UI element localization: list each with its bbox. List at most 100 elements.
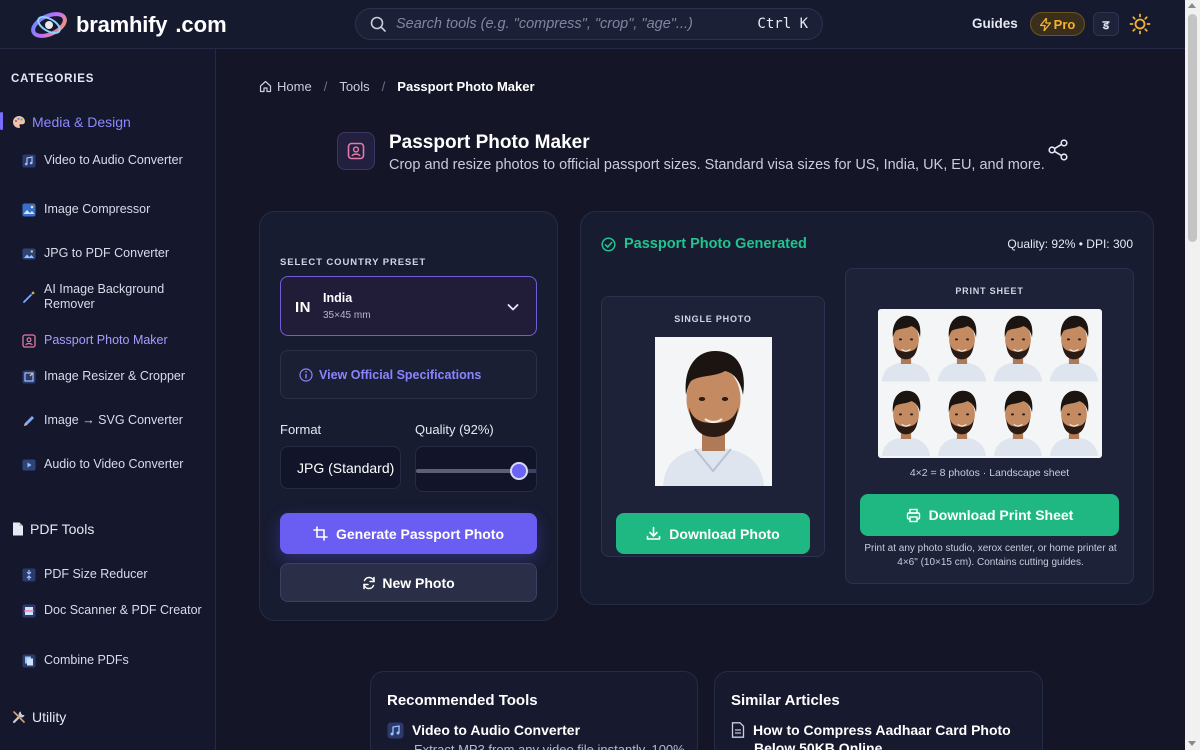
sidebar-group-media[interactable]: Media & Design [12, 114, 131, 130]
sidebar-item-pdf-reducer[interactable]: PDF Size Reducer [22, 567, 202, 582]
search-icon [370, 16, 386, 32]
generate-label: Generate Passport Photo [335, 525, 505, 542]
recommended-tools-card: Recommended Tools Video to Audio Convert… [370, 671, 698, 750]
page-scrollbar[interactable] [1185, 0, 1200, 750]
quality-slider[interactable] [415, 446, 537, 492]
breadcrumb-separator: / [381, 79, 386, 94]
sidebar-item-passport-photo[interactable]: Passport Photo Maker [22, 333, 202, 348]
new-photo-button[interactable]: New Photo [280, 563, 537, 602]
slider-thumb[interactable] [510, 462, 529, 480]
sidebar-item-label: Video to Audio Converter [44, 153, 183, 167]
sheet-caption: 4×2 = 8 photos · Landscape sheet [909, 467, 1070, 479]
passport-photo [655, 337, 772, 486]
sheet-photo [880, 311, 932, 382]
portrait-icon [22, 333, 36, 348]
search-placeholder: Search tools (e.g. "compress", "crop", "… [396, 16, 693, 32]
home-icon[interactable] [259, 80, 272, 93]
quality-dpi-info: Quality: 92% • DPI: 300 [1007, 237, 1133, 251]
sidebar-item-label: Doc Scanner & PDF Creator [44, 603, 202, 617]
portrait-icon [347, 142, 365, 160]
pro-label: Pro [1053, 16, 1076, 32]
sidebar-item-image-to-svg[interactable]: Image → SVG Converter [22, 413, 202, 428]
sidebar-item-doc-scanner[interactable]: Doc Scanner & PDF Creator [22, 603, 202, 618]
single-photo-label: SINGLE PHOTO [674, 314, 752, 324]
new-photo-label: New Photo [382, 574, 455, 591]
recommended-item[interactable]: Video to Audio Converter [387, 722, 580, 739]
sidebar-group-utility[interactable]: Utility [12, 709, 66, 725]
print-sheet-note: Print at any photo studio, xerox center,… [864, 543, 1117, 568]
sidebar-item-bg-remover[interactable]: AI Image Background Remover [22, 282, 202, 312]
view-specifications-button[interactable]: View Official Specifications [280, 350, 537, 399]
result-title-label: Passport Photo Generated [624, 236, 807, 252]
recommended-item-label: Video to Audio Converter [412, 722, 581, 738]
sheet-photo [1048, 311, 1100, 382]
settings-card: SELECT COUNTRY PRESET IN India 35×45 mm … [259, 211, 558, 621]
generate-passport-photo-button[interactable]: Generate Passport Photo [280, 513, 537, 554]
page-title: Passport Photo Maker [389, 132, 590, 153]
search-shortcut: Ctrl K [757, 16, 808, 32]
sheet-photo [880, 385, 932, 456]
music-icon [387, 722, 404, 739]
sidebar-item-label: Image Compressor [44, 202, 151, 216]
download-print-sheet-label: Download Print Sheet [928, 507, 1074, 523]
download-print-sheet-button[interactable]: Download Print Sheet [860, 494, 1119, 536]
guides-link[interactable]: Guides [972, 16, 1018, 31]
language-button[interactable]: ड [1093, 12, 1119, 36]
compress-icon [22, 568, 36, 581]
breadcrumb-current: Passport Photo Maker [397, 79, 535, 94]
scrollbar-thumb[interactable] [1188, 14, 1197, 242]
sidebar-item-label: AI Image Background Remover [44, 282, 165, 311]
result-card: Passport Photo Generated Quality: 92% • … [580, 211, 1154, 605]
download-photo-button[interactable]: Download Photo [616, 513, 810, 554]
check-circle-icon [601, 236, 616, 252]
film-icon [22, 459, 36, 470]
sidebar-item-label: JPG to PDF Converter [44, 246, 170, 260]
breadcrumb-tools[interactable]: Tools [339, 79, 369, 94]
sidebar-group-pdf[interactable]: PDF Tools [12, 521, 94, 537]
refresh-icon [363, 576, 376, 589]
image-file-icon [22, 248, 36, 259]
format-label: Format [280, 422, 322, 437]
top-bar: bramhify .com Search tools (e.g. "compre… [0, 0, 1185, 49]
recommended-title: Recommended Tools [387, 692, 538, 709]
scroll-up-arrow-icon[interactable] [1188, 3, 1196, 8]
sidebar-item-video-to-audio[interactable]: Video to Audio Converter [22, 153, 202, 168]
sidebar-item-image-resizer[interactable]: Image Resizer & Cropper [22, 369, 202, 384]
sheet-photo [936, 385, 988, 456]
printer-icon [906, 508, 920, 522]
search-input[interactable]: Search tools (e.g. "compress", "crop", "… [355, 8, 823, 40]
share-icon[interactable] [1047, 139, 1069, 161]
sidebar-item-image-compressor[interactable]: Image Compressor [22, 202, 202, 217]
sheet-photo [992, 385, 1044, 456]
country-preset-select[interactable]: IN India 35×45 mm [280, 276, 537, 336]
merge-icon [22, 654, 36, 667]
portrait-photo [655, 337, 772, 486]
sheet-photo [936, 311, 988, 382]
sidebar-item-audio-to-video[interactable]: Audio to Video Converter [22, 457, 202, 472]
recommended-item-description: Extract MP3 from any video file instantl… [414, 742, 685, 750]
sheet-photo [1048, 385, 1100, 456]
download-icon [646, 526, 661, 540]
format-select[interactable]: JPG (Standard) [280, 446, 401, 489]
article-item[interactable]: How to Compress Aadhaar Card Photo [731, 722, 1011, 738]
page-description: Crop and resize photos to official passp… [389, 157, 1045, 173]
sidebar-item-combine-pdfs[interactable]: Combine PDFs [22, 653, 202, 668]
preset-size: 35×45 mm [323, 310, 371, 321]
breadcrumb-home[interactable]: Home [277, 79, 312, 94]
article-item-label: How to Compress Aadhaar Card Photo [753, 722, 1011, 738]
scanner-icon [22, 604, 36, 617]
preset-label: SELECT COUNTRY PRESET [280, 257, 427, 268]
sun-icon[interactable] [1129, 13, 1151, 35]
sidebar-item-label: Image → SVG Converter [44, 413, 183, 427]
print-sheet-panel: PRINT SHEET 4×2 = 8 photos · Landscape s… [845, 268, 1134, 584]
sidebar-group-media-label: Media & Design [32, 114, 131, 130]
sidebar-item-label: Image Resizer & Cropper [44, 369, 186, 383]
specifications-label: View Official Specifications [319, 367, 482, 382]
logo[interactable]: bramhify .com [28, 8, 227, 42]
pro-button[interactable]: Pro [1030, 12, 1085, 36]
quality-label: Quality (92%) [415, 422, 494, 437]
scroll-down-arrow-icon[interactable] [1188, 741, 1196, 746]
lightning-icon [1039, 17, 1051, 31]
chevron-down-icon [507, 304, 519, 311]
sidebar-item-jpg-to-pdf[interactable]: JPG to PDF Converter [22, 246, 202, 261]
